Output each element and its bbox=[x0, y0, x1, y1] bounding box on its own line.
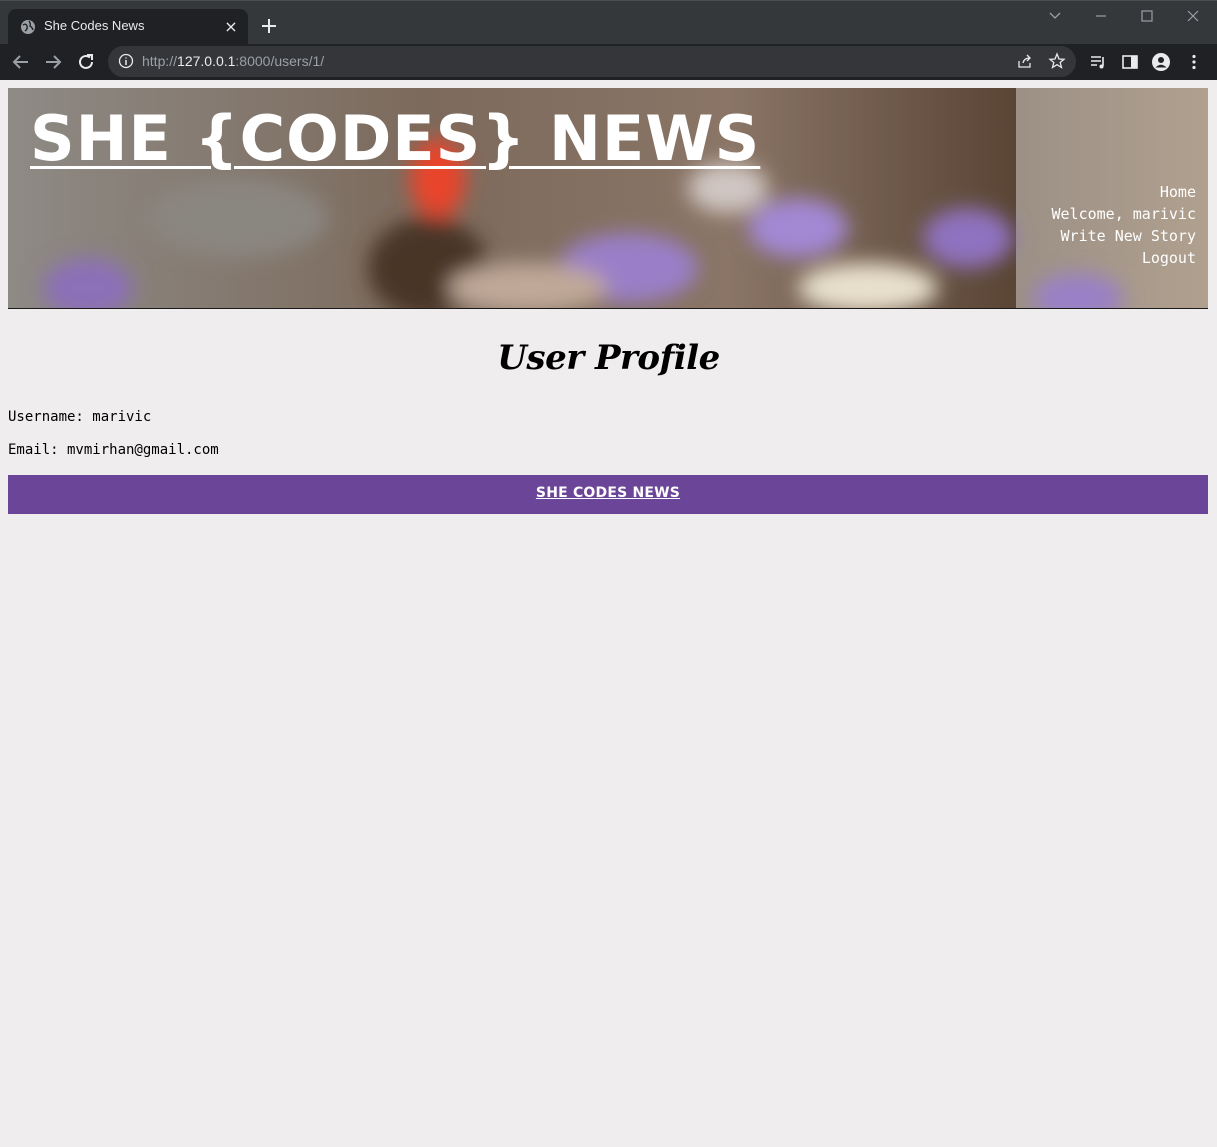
site-title-link[interactable]: SHE {CODES} NEWS bbox=[30, 102, 760, 175]
tab-close-icon[interactable]: × bbox=[222, 18, 240, 36]
page-heading: User Profile bbox=[497, 338, 720, 378]
reload-icon[interactable] bbox=[75, 51, 97, 73]
footer-bar: SHE CODES NEWS bbox=[8, 475, 1208, 514]
globe-icon bbox=[21, 20, 35, 34]
page: SHE {CODES} NEWS Home Welcome, marivic W… bbox=[0, 80, 1217, 1147]
tab-title: She Codes News bbox=[44, 18, 145, 33]
browser-titlebar: She Codes News × bbox=[0, 0, 1217, 45]
menu-kebab-icon[interactable] bbox=[1184, 52, 1204, 72]
nav-welcome-link[interactable]: Welcome, marivic bbox=[1052, 203, 1197, 225]
browser-tab[interactable]: She Codes News × bbox=[8, 9, 248, 45]
url-text[interactable]: http://127.0.0.1:8000/users/1/ bbox=[142, 53, 324, 69]
nav-logout-link[interactable]: Logout bbox=[1052, 247, 1196, 269]
email-text: Email: mvmirhan@gmail.com bbox=[8, 442, 219, 458]
username-text: Username: marivic bbox=[8, 409, 152, 425]
nav-home-link[interactable]: Home bbox=[1052, 181, 1196, 203]
site-info-icon[interactable] bbox=[118, 53, 134, 69]
tab-search-icon[interactable] bbox=[1045, 7, 1065, 25]
forward-icon[interactable] bbox=[42, 51, 64, 73]
maximize-icon[interactable] bbox=[1137, 7, 1157, 25]
browser-toolbar: http://127.0.0.1:8000/users/1/ bbox=[0, 44, 1217, 80]
close-window-icon[interactable] bbox=[1183, 7, 1203, 25]
new-tab-icon[interactable] bbox=[258, 15, 280, 37]
minimize-icon[interactable] bbox=[1091, 7, 1111, 25]
nav-write-story-link[interactable]: Write New Story bbox=[1052, 225, 1196, 247]
footer-home-link[interactable]: SHE CODES NEWS bbox=[8, 485, 1208, 501]
main-nav: Home Welcome, marivic Write New Story Lo… bbox=[1052, 181, 1197, 269]
header-banner: SHE {CODES} NEWS Home Welcome, marivic W… bbox=[8, 88, 1208, 309]
share-icon[interactable] bbox=[1016, 52, 1034, 70]
back-icon[interactable] bbox=[10, 51, 32, 73]
profile-avatar-icon[interactable] bbox=[1151, 52, 1171, 72]
address-bar[interactable]: http://127.0.0.1:8000/users/1/ bbox=[108, 46, 1076, 77]
media-control-icon[interactable] bbox=[1088, 52, 1108, 72]
side-panel-icon[interactable] bbox=[1120, 52, 1140, 72]
bookmark-star-icon[interactable] bbox=[1048, 52, 1066, 70]
